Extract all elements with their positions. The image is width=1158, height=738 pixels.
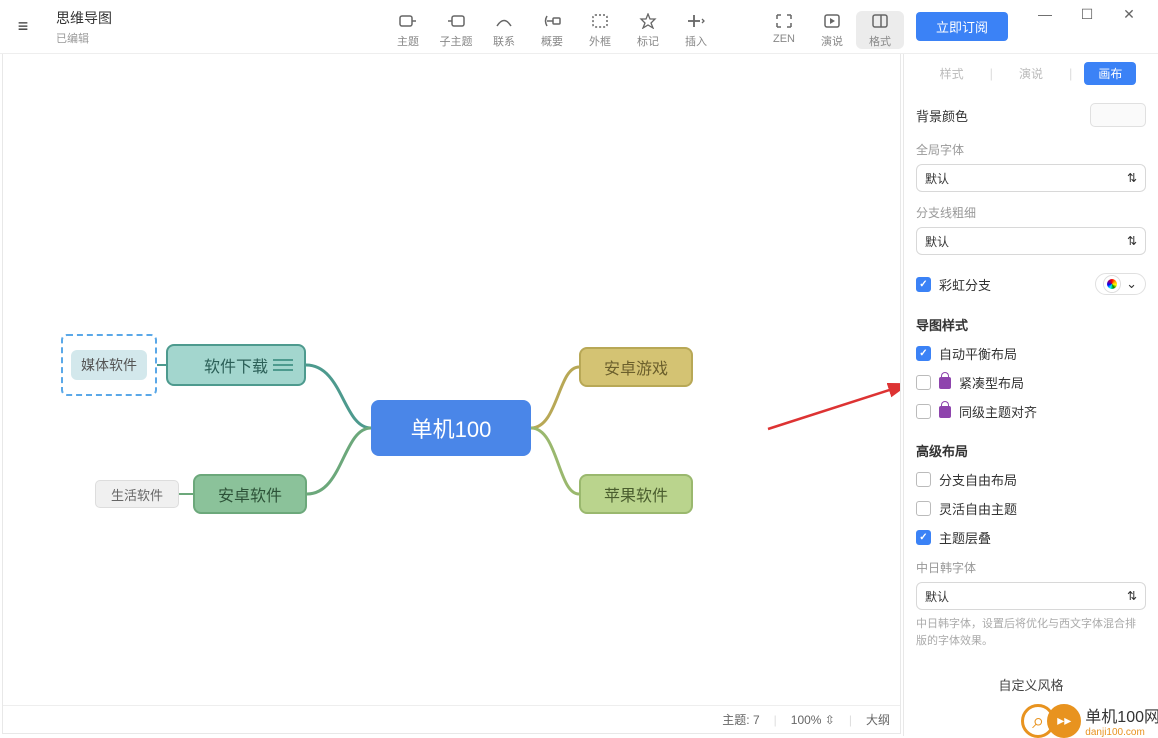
branch-width-label: 分支线粗细 — [916, 204, 1146, 221]
chevron-updown-icon: ⇅ — [1127, 171, 1137, 185]
rainbow-selector[interactable]: ⌄ — [1095, 273, 1146, 295]
free-branch-checkbox[interactable] — [916, 472, 931, 487]
star-icon — [624, 11, 672, 31]
menu-button[interactable]: ≡ — [8, 16, 38, 37]
minimize-button[interactable]: — — [1024, 0, 1066, 28]
chevron-updown-icon: ⇅ — [1127, 589, 1137, 603]
outline-toggle[interactable]: 大纲 — [866, 711, 890, 728]
branch-width-select[interactable]: 默认⇅ — [916, 227, 1146, 255]
global-font-select[interactable]: 默认⇅ — [916, 164, 1146, 192]
tool-relation[interactable]: 联系 — [480, 11, 528, 49]
close-button[interactable]: ✕ — [1108, 0, 1150, 28]
tab-style[interactable]: 样式 — [926, 62, 978, 85]
node-android-software[interactable]: 安卓软件 — [193, 474, 307, 514]
node-media-software-boundary[interactable]: 媒体软件 — [61, 334, 157, 396]
format-panel: 样式 | 演说 | 画布 背景颜色 全局字体 默认⇅ 分支线粗细 默认⇅ 彩虹分… — [903, 54, 1158, 736]
chevron-updown-icon: ⇅ — [1127, 234, 1137, 248]
tab-present[interactable]: 演说 — [1005, 62, 1057, 85]
node-android-games[interactable]: 安卓游戏 — [579, 347, 693, 387]
node-media-software[interactable]: 媒体软件 — [71, 350, 147, 380]
canvas[interactable]: 单机100 软件下载 媒体软件 安卓软件 生活软件 安卓游戏 苹果软件 主题: … — [2, 54, 901, 734]
play-icon — [808, 11, 856, 31]
global-font-label: 全局字体 — [916, 141, 1146, 158]
watermark: ⌕ ▸▸ 单机100网 danji100.com — [1021, 703, 1158, 738]
summary-icon — [528, 11, 576, 31]
tool-topic[interactable]: 主题 — [384, 11, 432, 49]
align-siblings-checkbox[interactable] — [916, 404, 931, 419]
bg-color-swatch[interactable] — [1090, 103, 1146, 127]
plus-icon — [672, 11, 720, 31]
cjk-hint: 中日韩字体，设置后将优化与西文字体混合排版的字体效果。 — [916, 616, 1146, 649]
tool-marker[interactable]: 标记 — [624, 11, 672, 49]
tab-canvas[interactable]: 画布 — [1084, 62, 1136, 85]
rainbow-label: 彩虹分支 — [939, 275, 991, 294]
bg-color-label: 背景颜色 — [916, 106, 968, 125]
chevron-down-icon: ⌄ — [1126, 276, 1137, 292]
rainbow-icon — [1104, 276, 1120, 292]
lock-icon — [939, 377, 951, 389]
topic-overlap-checkbox[interactable] — [916, 530, 931, 545]
cjk-font-label: 中日韩字体 — [916, 559, 1146, 576]
tool-zen[interactable]: ZEN — [760, 11, 808, 45]
annotation-arrow — [763, 374, 900, 434]
zen-icon — [760, 11, 808, 31]
node-apple-software[interactable]: 苹果软件 — [579, 474, 693, 514]
panel-icon — [856, 11, 904, 31]
maximize-button[interactable]: ☐ — [1066, 0, 1108, 28]
boundary-icon — [576, 11, 624, 31]
node-center[interactable]: 单机100 — [371, 400, 531, 456]
custom-style-button[interactable]: 自定义风格 — [916, 669, 1146, 700]
map-style-title: 导图样式 — [916, 315, 1146, 334]
tool-insert[interactable]: 插入 — [672, 11, 720, 49]
statusbar: 主题: 7 | 100% ⇳ | 大纲 — [3, 705, 900, 733]
flex-topic-checkbox[interactable] — [916, 501, 931, 516]
topic-count: 主题: 7 — [722, 711, 759, 728]
subscribe-button[interactable]: 立即订阅 — [916, 12, 1008, 41]
zoom-level[interactable]: 100% ⇳ — [791, 713, 835, 727]
tool-present[interactable]: 演说 — [808, 11, 856, 49]
title-block: 思维导图 已编辑 — [56, 8, 112, 46]
tool-boundary[interactable]: 外框 — [576, 11, 624, 49]
compact-checkbox[interactable] — [916, 375, 931, 390]
notes-icon — [273, 354, 293, 376]
cjk-font-select[interactable]: 默认⇅ — [916, 582, 1146, 610]
document-title: 思维导图 — [56, 8, 112, 28]
lock-icon — [939, 406, 951, 418]
auto-balance-checkbox[interactable] — [916, 346, 931, 361]
rainbow-checkbox[interactable] — [916, 277, 931, 292]
adv-layout-title: 高级布局 — [916, 441, 1146, 460]
topic-icon — [384, 11, 432, 31]
tool-summary[interactable]: 概要 — [528, 11, 576, 49]
tool-format[interactable]: 格式 — [856, 11, 904, 49]
relation-icon — [480, 11, 528, 31]
edit-status: 已编辑 — [56, 30, 112, 46]
subtopic-icon — [432, 11, 480, 31]
tool-subtopic[interactable]: 子主题 — [432, 11, 480, 49]
node-life-software[interactable]: 生活软件 — [95, 480, 179, 508]
